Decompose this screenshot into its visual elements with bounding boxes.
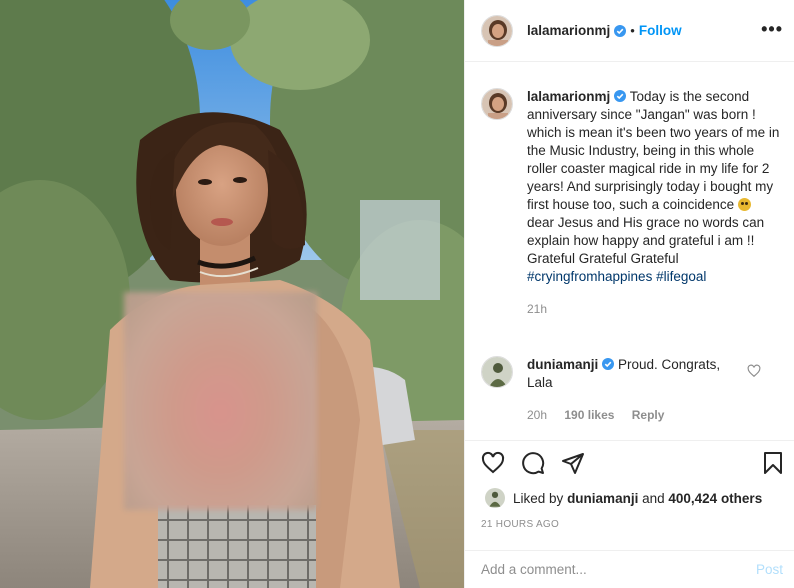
instagram-post: lalamarionmj • Follow ••• lalamarionmj T…: [0, 0, 794, 588]
more-options-icon[interactable]: •••: [761, 20, 783, 38]
post-timestamp[interactable]: 21 HOURS AGO: [481, 519, 559, 530]
liker-username[interactable]: duniamanji: [567, 491, 638, 506]
comment-like-heart-icon[interactable]: [747, 364, 761, 378]
author-username[interactable]: lalamarionmj: [527, 23, 610, 38]
caption-username[interactable]: lalamarionmj: [527, 89, 610, 104]
share-icon[interactable]: [561, 451, 585, 475]
comment-body: duniamanji Proud. Congrats, Lala 20h 190…: [527, 356, 747, 424]
censor-blur: [124, 292, 317, 510]
likes-prefix: Liked by: [513, 490, 564, 506]
likes-summary: Liked by duniamanji and 400,424 others: [485, 488, 762, 508]
comment-time[interactable]: 20h: [527, 408, 547, 422]
comment-icon[interactable]: [521, 451, 545, 475]
verified-badge-icon: [602, 357, 615, 370]
verified-badge-icon: [614, 24, 627, 37]
comment-row: duniamanji Proud. Congrats, Lala 20h 190…: [481, 356, 781, 424]
tearful-emoji-icon: [737, 198, 751, 211]
caption-text-part-1: Today is the second anniversary since "J…: [527, 89, 780, 212]
post-photo[interactable]: [0, 0, 464, 588]
action-icons: [481, 451, 585, 475]
comment-likes[interactable]: 190 likes: [564, 408, 614, 422]
reply-button[interactable]: Reply: [632, 408, 665, 422]
likes-count[interactable]: 400,424 others: [668, 491, 762, 506]
comment-meta: 20h 190 likes Reply: [527, 406, 747, 424]
author-avatar[interactable]: [481, 14, 513, 47]
hashtag-link[interactable]: #cryingfromhappines: [527, 269, 652, 284]
likes-middle: and: [642, 490, 665, 506]
commenter-username[interactable]: duniamanji: [527, 357, 598, 372]
caption-avatar[interactable]: [481, 88, 513, 120]
bookmark-icon[interactable]: [761, 451, 785, 475]
post-comment-button[interactable]: Post: [756, 562, 783, 577]
post-sidebar: lalamarionmj • Follow ••• lalamarionmj T…: [464, 0, 794, 588]
commenter-avatar[interactable]: [481, 356, 513, 388]
comment-input[interactable]: [481, 562, 756, 577]
action-bar: Liked by duniamanji and 400,424 others 2…: [465, 440, 794, 550]
caption-time[interactable]: 21h: [527, 300, 781, 318]
caption-text: lalamarionmj Today is the second anniver…: [527, 88, 781, 318]
liker-avatar[interactable]: [485, 488, 505, 508]
heart-icon[interactable]: [481, 451, 505, 475]
add-comment-bar: Post: [465, 550, 794, 588]
post-header: lalamarionmj • Follow •••: [465, 0, 794, 62]
follow-button[interactable]: Follow: [639, 23, 682, 38]
hashtag-link[interactable]: #lifegoal: [656, 269, 706, 284]
caption-text-part-2: dear Jesus and His grace no words can ex…: [527, 215, 765, 266]
caption: lalamarionmj Today is the second anniver…: [481, 88, 781, 318]
separator-dot: •: [630, 23, 635, 38]
verified-badge-icon: [614, 89, 627, 102]
